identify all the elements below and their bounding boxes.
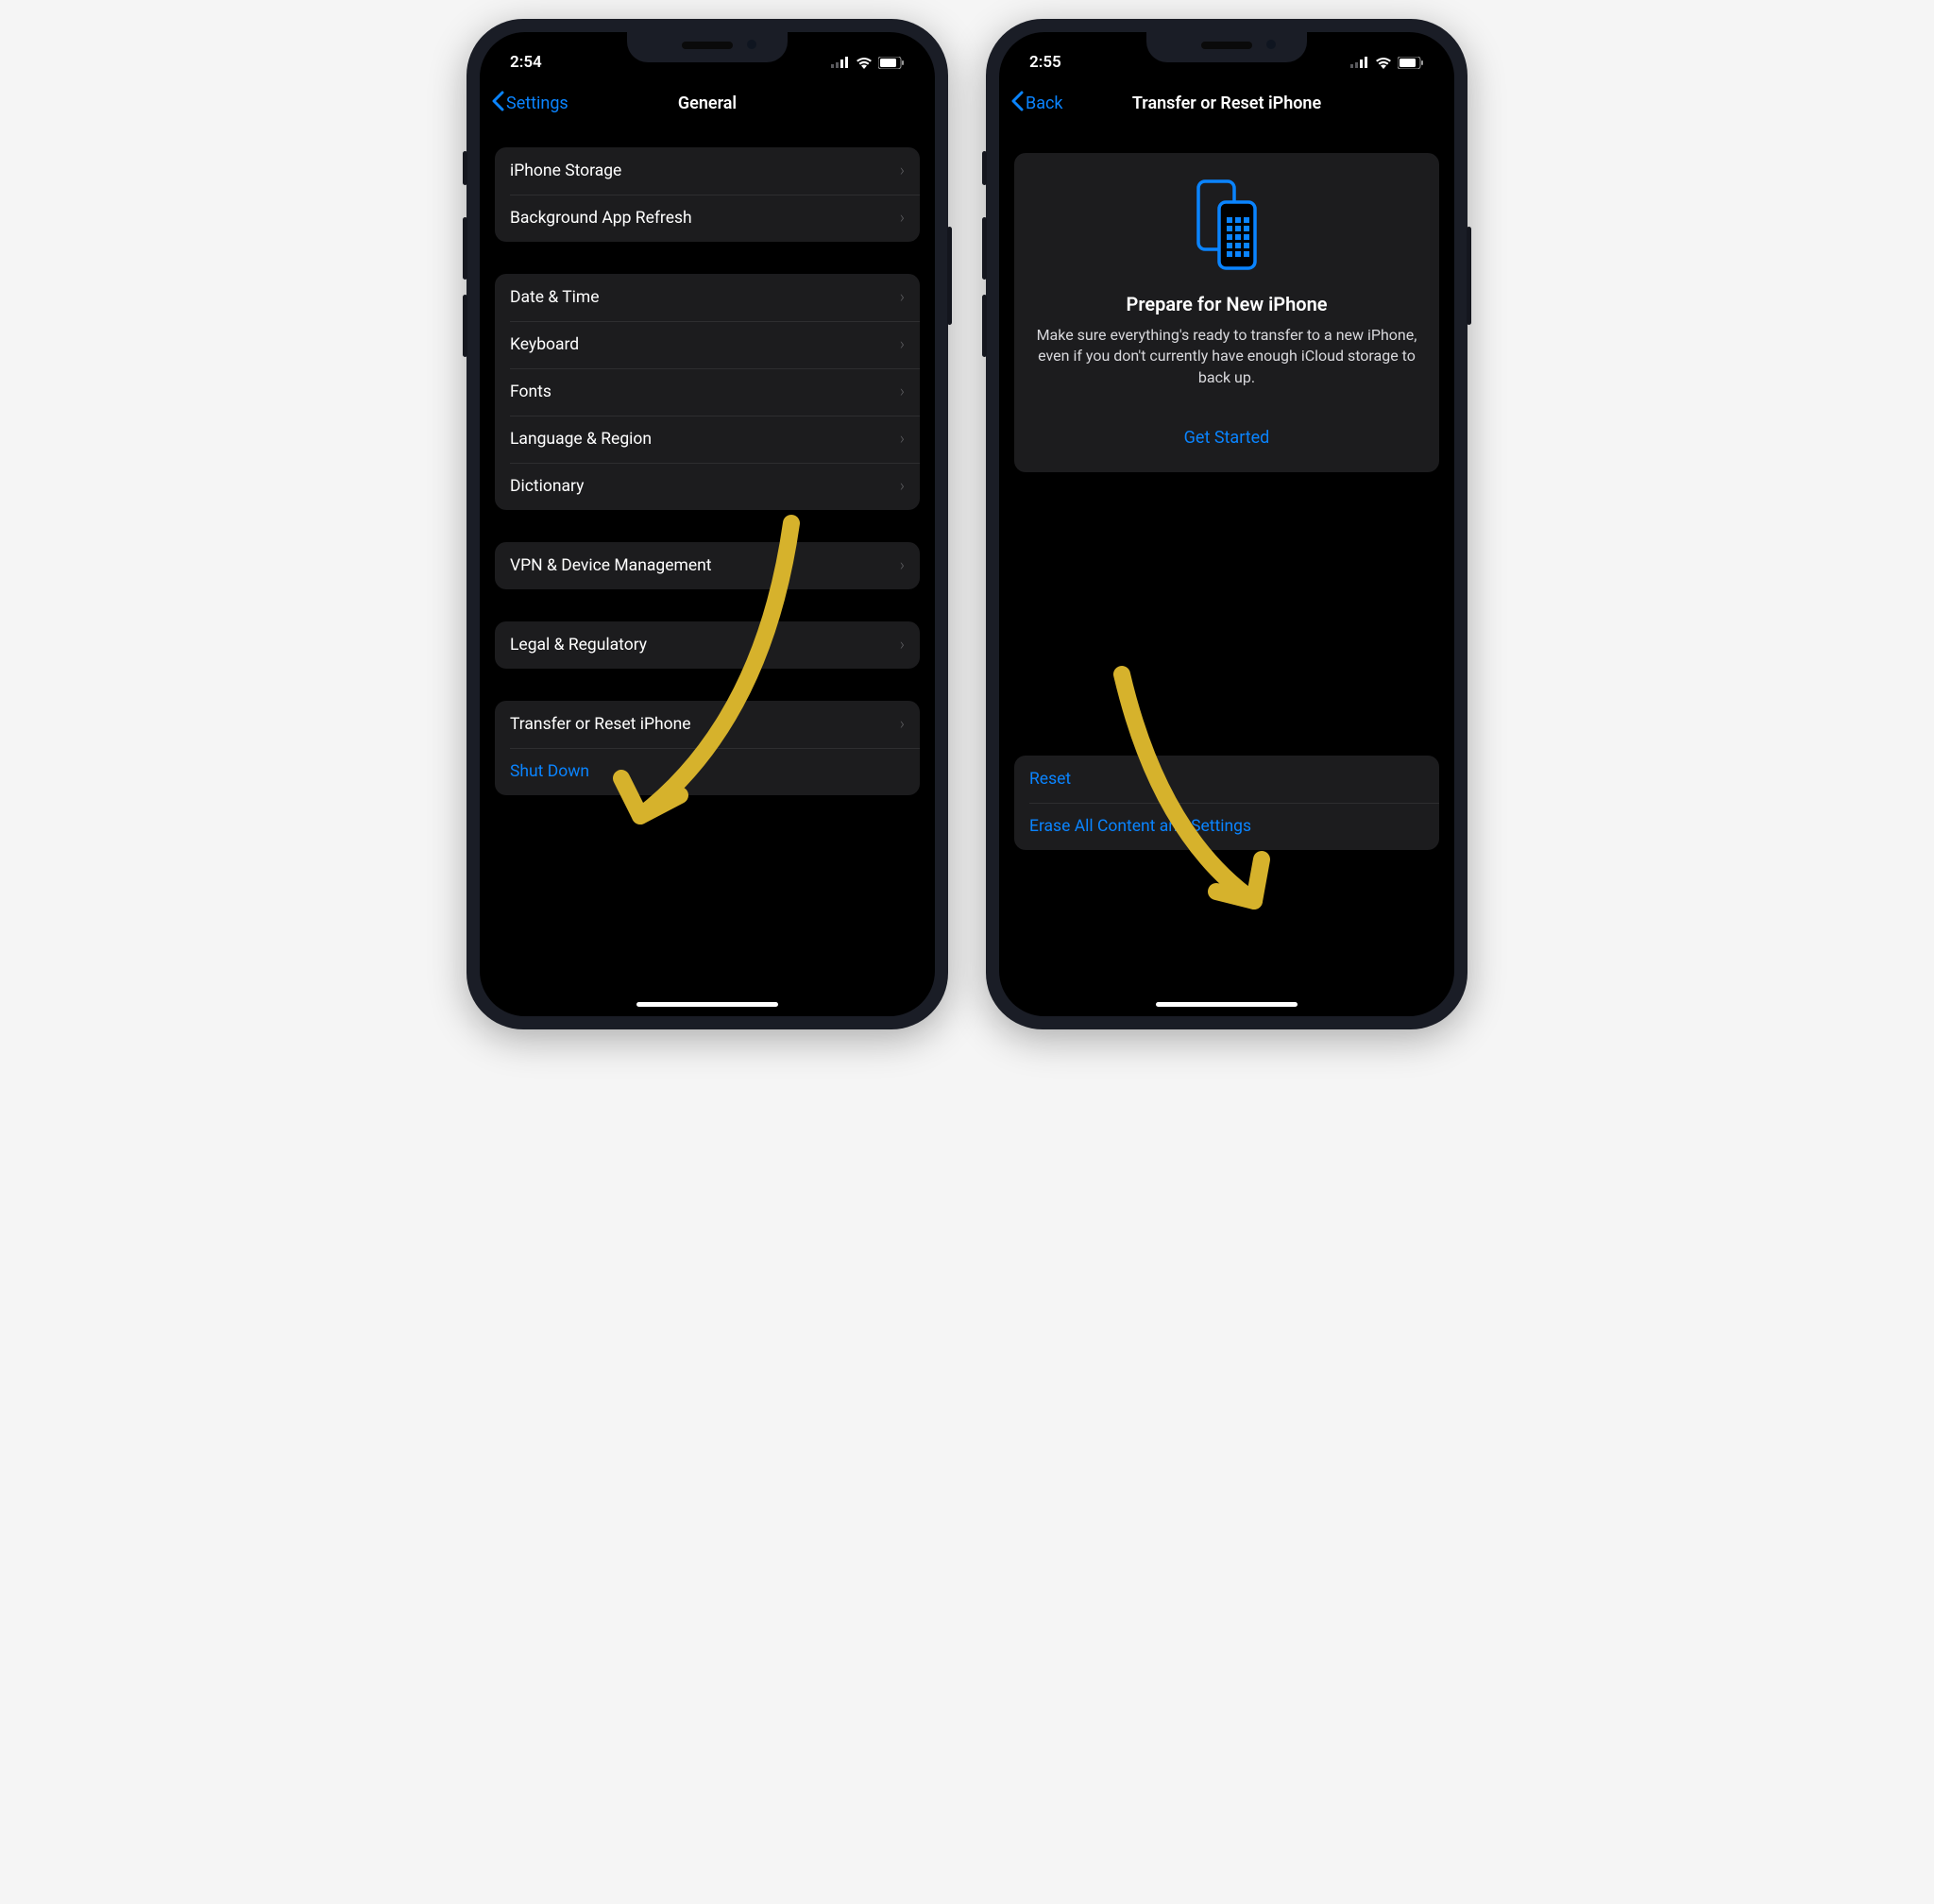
row-label: iPhone Storage — [510, 162, 900, 180]
nav-bar: Settings General — [480, 79, 935, 127]
group-locale: Date & Time› Keyboard› Fonts› Language &… — [495, 274, 920, 510]
chevron-right-icon: › — [900, 477, 905, 496]
row-label: Erase All Content and Settings — [1029, 817, 1424, 836]
page-title: General — [678, 94, 737, 113]
chevron-right-icon: › — [900, 335, 905, 354]
chevron-left-icon — [491, 91, 504, 116]
row-background-app-refresh[interactable]: Background App Refresh › — [495, 195, 920, 242]
phone-frame-right: 2:55 Back Transfer or Reset iPhone — [986, 19, 1467, 1029]
row-iphone-storage[interactable]: iPhone Storage › — [495, 147, 920, 195]
group-reset-erase: Reset Erase All Content and Settings — [1014, 756, 1439, 850]
row-label: Keyboard — [510, 335, 900, 354]
page-title: Transfer or Reset iPhone — [1132, 94, 1321, 113]
group-transfer-reset: Transfer or Reset iPhone› Shut Down — [495, 701, 920, 795]
row-vpn-device-management[interactable]: VPN & Device Management› — [495, 542, 920, 589]
group-legal: Legal & Regulatory› — [495, 621, 920, 669]
chevron-right-icon: › — [900, 382, 905, 401]
row-label: Fonts — [510, 382, 900, 401]
phone-frame-left: 2:54 Settings General — [467, 19, 948, 1029]
chevron-left-icon — [1010, 91, 1024, 116]
row-label: Background App Refresh — [510, 209, 900, 228]
prepare-card: Prepare for New iPhone Make sure everyth… — [1014, 153, 1439, 472]
status-time: 2:54 — [510, 53, 542, 72]
notch — [627, 32, 788, 62]
get-started-button[interactable]: Get Started — [1035, 428, 1418, 448]
row-date-time[interactable]: Date & Time› — [495, 274, 920, 321]
power-button[interactable] — [947, 227, 952, 325]
wifi-icon — [1375, 57, 1392, 69]
card-title: Prepare for New iPhone — [1035, 293, 1418, 315]
group-vpn: VPN & Device Management› — [495, 542, 920, 589]
row-transfer-or-reset-iphone[interactable]: Transfer or Reset iPhone› — [495, 701, 920, 748]
row-erase-all-content-and-settings[interactable]: Erase All Content and Settings — [1014, 803, 1439, 850]
devices-transfer-icon — [1035, 178, 1418, 272]
row-fonts[interactable]: Fonts› — [495, 368, 920, 416]
back-label: Back — [1026, 94, 1063, 113]
row-label: VPN & Device Management — [510, 556, 900, 575]
mute-switch[interactable] — [463, 151, 467, 185]
row-reset[interactable]: Reset — [1014, 756, 1439, 803]
row-label: Dictionary — [510, 477, 900, 496]
cellular-signal-icon — [831, 57, 850, 68]
back-label: Settings — [506, 94, 568, 113]
chevron-right-icon: › — [900, 556, 905, 575]
screen-right: 2:55 Back Transfer or Reset iPhone — [999, 32, 1454, 1016]
volume-down-button[interactable] — [982, 295, 987, 357]
row-label: Reset — [1029, 770, 1424, 789]
row-shut-down[interactable]: Shut Down — [495, 748, 920, 795]
status-time: 2:55 — [1029, 53, 1061, 72]
chevron-right-icon: › — [900, 430, 905, 449]
chevron-right-icon: › — [900, 715, 905, 734]
mute-switch[interactable] — [982, 151, 987, 185]
home-indicator[interactable] — [636, 1002, 778, 1007]
chevron-right-icon: › — [900, 288, 905, 307]
volume-up-button[interactable] — [982, 217, 987, 280]
row-legal-regulatory[interactable]: Legal & Regulatory› — [495, 621, 920, 669]
home-indicator[interactable] — [1156, 1002, 1298, 1007]
chevron-right-icon: › — [900, 209, 905, 228]
row-label: Shut Down — [510, 762, 905, 781]
power-button[interactable] — [1467, 227, 1471, 325]
nav-bar: Back Transfer or Reset iPhone — [999, 79, 1454, 127]
battery-icon — [878, 57, 905, 69]
group-storage: iPhone Storage › Background App Refresh … — [495, 147, 920, 242]
battery-icon — [1398, 57, 1424, 69]
back-button[interactable]: Settings — [491, 91, 568, 116]
screen-left: 2:54 Settings General — [480, 32, 935, 1016]
row-dictionary[interactable]: Dictionary› — [495, 463, 920, 510]
chevron-right-icon: › — [900, 636, 905, 654]
wifi-icon — [856, 57, 873, 69]
row-keyboard[interactable]: Keyboard› — [495, 321, 920, 368]
card-body: Make sure everything's ready to transfer… — [1035, 325, 1418, 388]
row-label: Legal & Regulatory — [510, 636, 900, 654]
row-label: Date & Time — [510, 288, 900, 307]
cellular-signal-icon — [1350, 57, 1369, 68]
volume-up-button[interactable] — [463, 217, 467, 280]
row-label: Transfer or Reset iPhone — [510, 715, 900, 734]
volume-down-button[interactable] — [463, 295, 467, 357]
notch — [1146, 32, 1307, 62]
back-button[interactable]: Back — [1010, 91, 1063, 116]
chevron-right-icon: › — [900, 162, 905, 180]
row-language-region[interactable]: Language & Region› — [495, 416, 920, 463]
row-label: Language & Region — [510, 430, 900, 449]
